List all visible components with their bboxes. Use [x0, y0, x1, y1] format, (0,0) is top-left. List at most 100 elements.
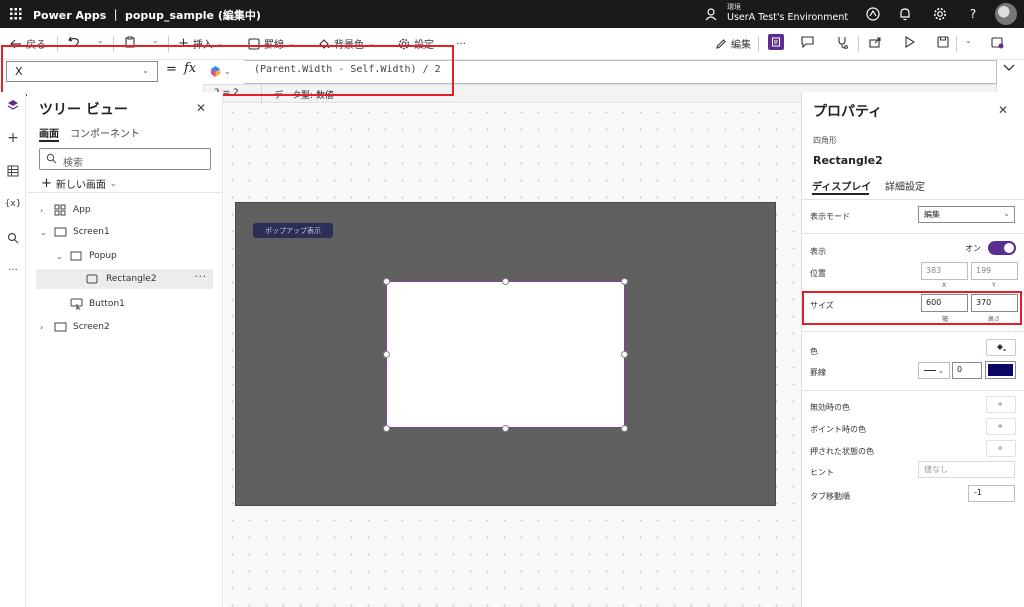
play-button[interactable]: [904, 36, 915, 48]
tab-screens[interactable]: 画面: [39, 125, 59, 140]
bell-icon[interactable]: [897, 6, 913, 22]
tree-item-popup[interactable]: ⌄ Popup: [36, 246, 213, 266]
save-dropdown[interactable]: ⌄: [965, 36, 972, 45]
notebook-icon: [772, 37, 780, 47]
control-type: 四角形: [813, 136, 837, 145]
pressed-color-button[interactable]: [986, 440, 1016, 457]
layers-icon[interactable]: [5, 97, 21, 113]
visible-toggle[interactable]: [988, 241, 1016, 255]
tree-item-app[interactable]: › App: [36, 200, 213, 220]
more-options-icon[interactable]: ···: [194, 272, 207, 283]
tab-underline: [812, 193, 869, 195]
annotation-highlight-formula: [1, 45, 454, 96]
position-label: 位置: [810, 269, 826, 278]
display-mode-dropdown[interactable]: 編集 ⌄: [918, 206, 1015, 223]
tree-item-screen2[interactable]: › Screen2: [36, 317, 213, 337]
tab-advanced[interactable]: 詳細設定: [885, 178, 925, 193]
save-icon: [937, 36, 949, 48]
pencil-icon: [716, 38, 726, 49]
divider: [802, 331, 1024, 332]
hover-color-button[interactable]: [986, 418, 1016, 435]
more-icon[interactable]: ···: [5, 262, 21, 278]
stethoscope-icon: [838, 37, 848, 49]
publish-button[interactable]: [991, 36, 1004, 49]
close-icon[interactable]: ✕: [998, 103, 1008, 117]
paint-bucket-icon: [997, 344, 1006, 351]
rectangle2-control[interactable]: [386, 281, 625, 428]
search-icon[interactable]: [5, 230, 21, 246]
resize-handle[interactable]: [621, 278, 628, 285]
tree-item-screen1[interactable]: ⌄ Screen1: [36, 222, 213, 242]
publish-icon: [991, 37, 1004, 49]
tab-index-input[interactable]: -1: [968, 485, 1015, 502]
tree-search-input[interactable]: 検索: [39, 148, 211, 170]
edit-button[interactable]: 編集: [715, 36, 751, 51]
disabled-color-label: 無効時の色: [810, 403, 850, 412]
resize-handle[interactable]: [383, 278, 390, 285]
tree-item-button1[interactable]: Button1: [36, 294, 213, 314]
comment-icon: [801, 36, 814, 48]
resize-handle[interactable]: [383, 425, 390, 432]
app-checker-button[interactable]: [836, 36, 849, 49]
tree-item-rectangle2[interactable]: Rectangle2 ···: [36, 269, 213, 289]
resize-handle[interactable]: [502, 425, 509, 432]
environment-name[interactable]: UserA Test's Environment: [727, 12, 848, 23]
popup-show-button[interactable]: ポップアップ表示: [253, 223, 333, 238]
border-color-swatch: [988, 364, 1013, 376]
copilot-app-icon[interactable]: [865, 6, 881, 22]
x-position-input[interactable]: 383: [921, 262, 968, 280]
chevron-right-icon[interactable]: ›: [40, 206, 43, 215]
chevron-down-icon: ⌄: [152, 36, 159, 45]
play-icon: [905, 36, 915, 48]
border-color-button[interactable]: [985, 361, 1016, 379]
divider: [802, 199, 1024, 200]
divider: [802, 233, 1024, 234]
help-icon[interactable]: ?: [965, 6, 981, 22]
color-label: 色: [810, 347, 818, 356]
share-button[interactable]: [869, 36, 882, 48]
save-button[interactable]: [937, 36, 949, 48]
resize-handle[interactable]: [502, 278, 509, 285]
tab-display[interactable]: ディスプレイ: [812, 178, 871, 193]
app-launcher-icon[interactable]: [10, 8, 22, 20]
chevron-down-icon[interactable]: ⌄: [56, 252, 63, 261]
chevron-down-icon: ⌄: [97, 36, 104, 45]
control-name[interactable]: Rectangle2: [813, 154, 883, 167]
comments-button[interactable]: [801, 36, 814, 48]
more-commands-button[interactable]: …: [456, 36, 466, 47]
pressed-color-label: 押された状態の色: [810, 447, 874, 456]
border-style-dropdown[interactable]: ⌄: [918, 362, 950, 379]
solid-line-icon: [923, 370, 936, 371]
close-icon[interactable]: ✕: [196, 101, 206, 115]
button-icon: [70, 298, 83, 310]
search-placeholder: 検索: [63, 158, 83, 169]
divider: [758, 36, 759, 52]
resize-handle[interactable]: [383, 351, 390, 358]
plus-icon[interactable]: +: [5, 130, 21, 146]
title-bar: Power Apps ｜ popup_sample (編集中) 環境 UserA…: [0, 0, 1024, 28]
y-position-input[interactable]: 199: [971, 262, 1018, 280]
chevron-down-icon: ⌄: [109, 179, 117, 188]
chevron-down-icon[interactable]: ⌄: [40, 228, 47, 237]
chevron-right-icon[interactable]: ›: [40, 323, 43, 332]
fill-color-button[interactable]: [986, 339, 1016, 356]
border-width-input[interactable]: 0: [952, 362, 982, 379]
rectangle-icon: [86, 274, 99, 285]
expand-formula-icon[interactable]: [1003, 64, 1015, 72]
disabled-color-button[interactable]: [986, 396, 1016, 413]
variables-icon[interactable]: {x}: [5, 196, 22, 212]
hint-input[interactable]: 値なし: [918, 461, 1015, 478]
notes-button[interactable]: [768, 34, 784, 50]
paste-dropdown[interactable]: ⌄: [152, 36, 159, 45]
screen-icon: [54, 227, 67, 238]
data-table-icon[interactable]: [5, 163, 21, 179]
resize-handle[interactable]: [621, 351, 628, 358]
gear-icon[interactable]: [932, 6, 948, 22]
screen-icon: [54, 322, 67, 333]
avatar[interactable]: [995, 3, 1017, 25]
undo-dropdown[interactable]: ⌄: [97, 36, 104, 45]
x-sublabel: X: [942, 282, 947, 289]
tab-components[interactable]: コンポーネント: [70, 125, 140, 140]
resize-handle[interactable]: [621, 425, 628, 432]
new-screen-button[interactable]: + 新しい画面 ⌄: [41, 176, 117, 191]
